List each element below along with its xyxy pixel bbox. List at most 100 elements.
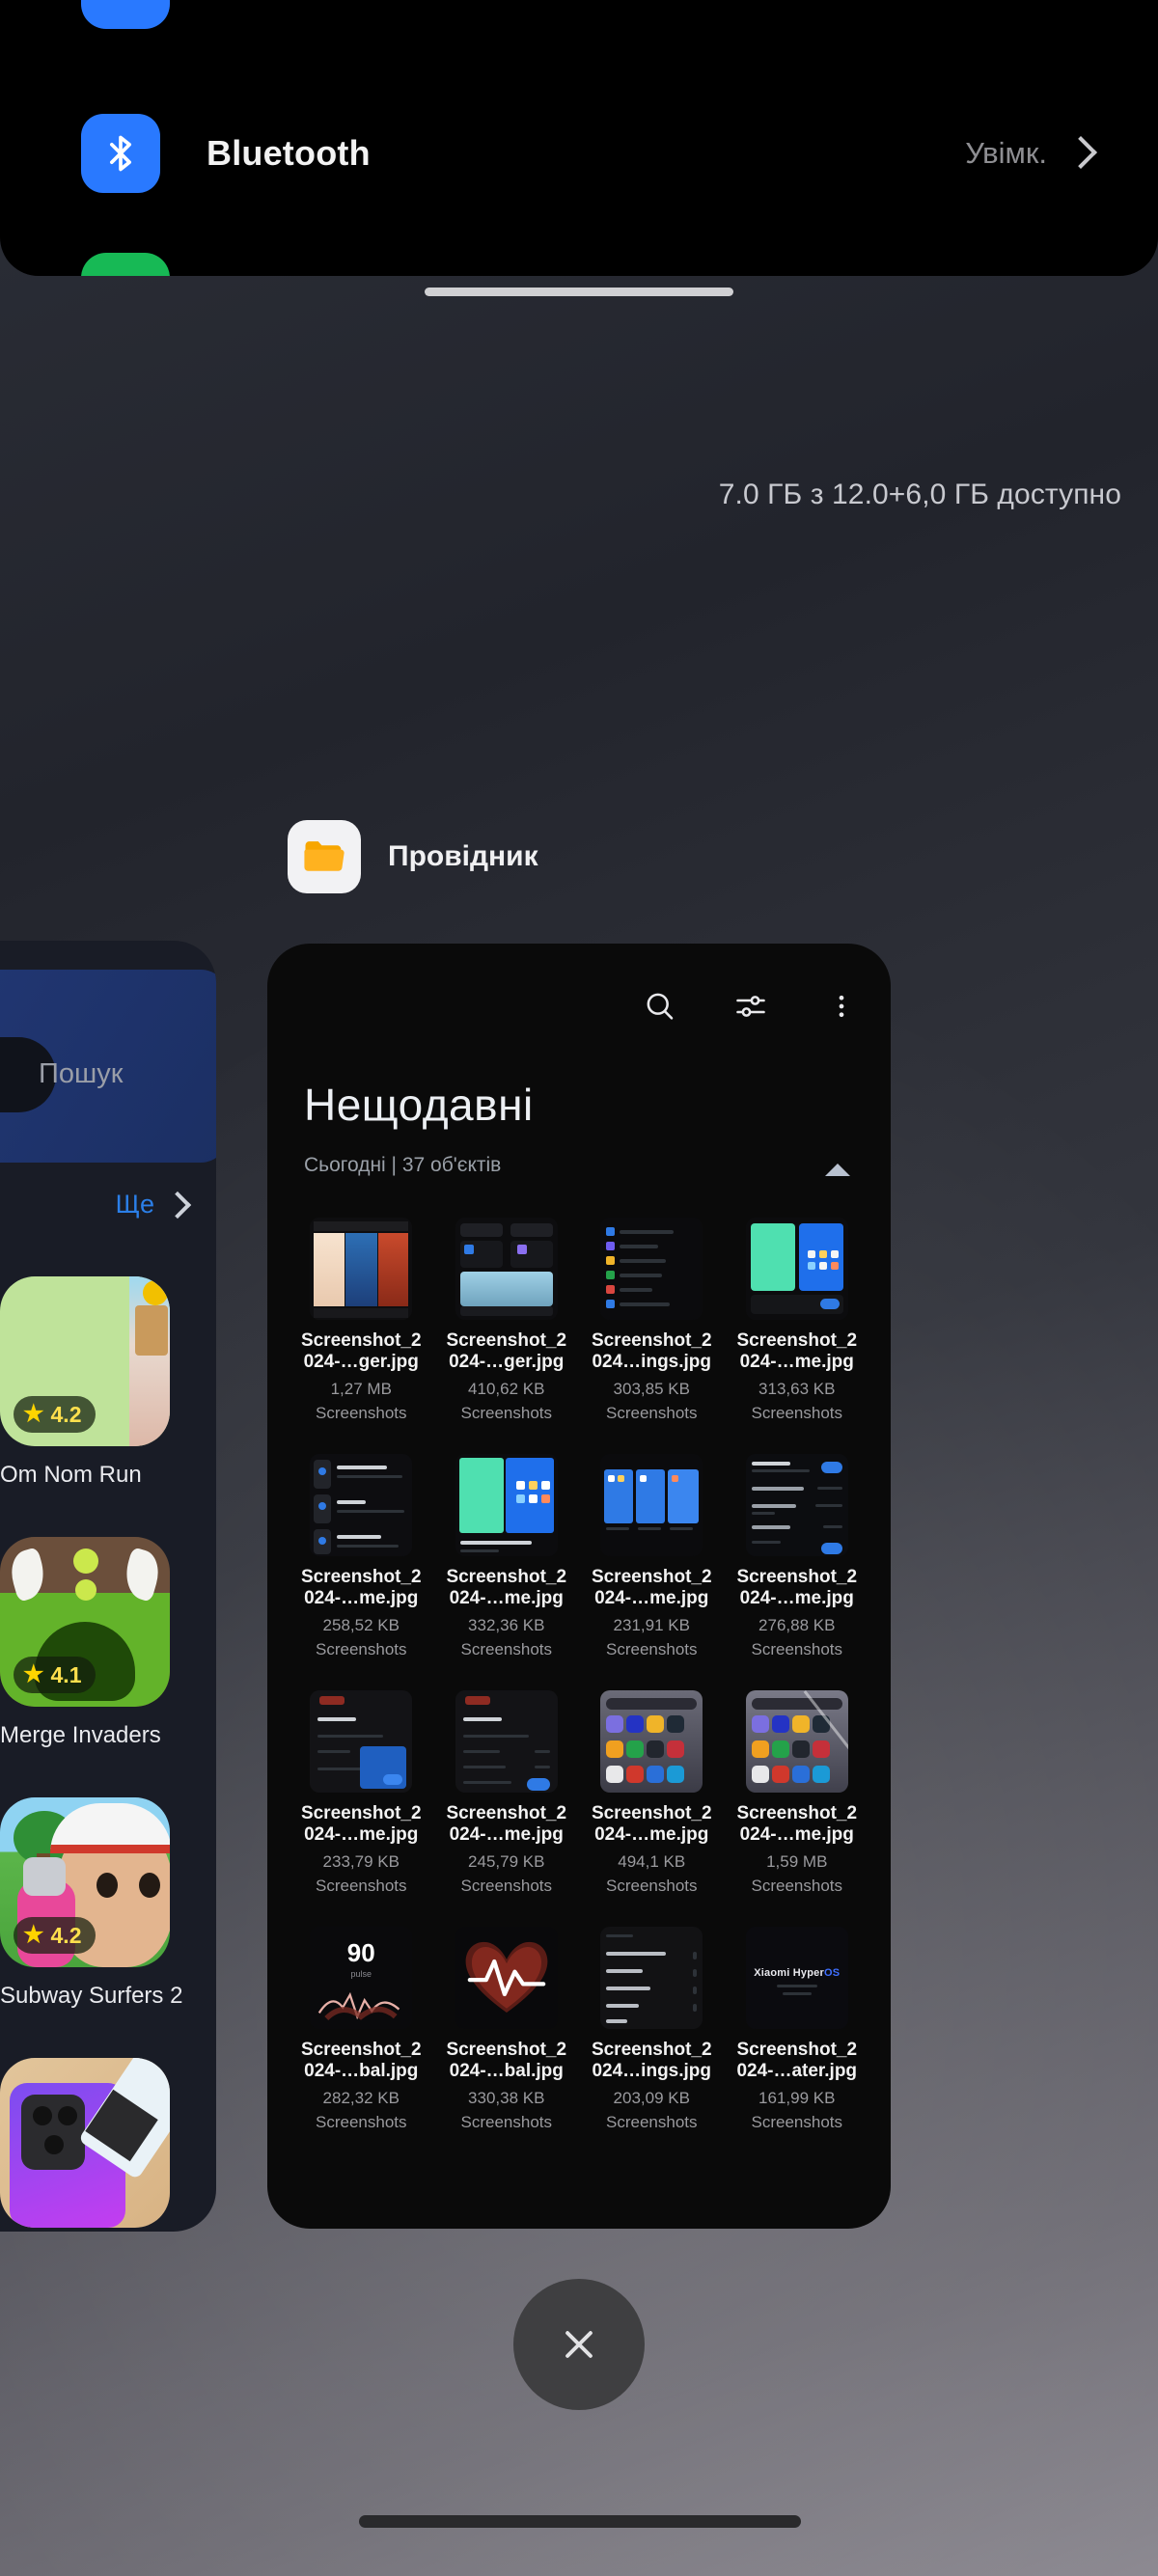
file-item[interactable]: Screenshot_2024-…me.jpg 1,59 MB Screensh… [725, 1675, 870, 1911]
file-name: Screenshot_2024-…me.jpg [736, 1803, 858, 1845]
file-item[interactable]: Screenshot_2024-…me.jpg 258,52 KB Screen… [289, 1439, 434, 1675]
game-name: Subway Surfers 2 [0, 1983, 183, 2009]
file-grid: Screenshot_2024-…ger.jpg 1,27 MB Screens… [289, 1202, 869, 2148]
file-manager-toolbar [638, 984, 864, 1028]
file-size: 332,36 KB [468, 1615, 545, 1634]
game-item[interactable]: ★ 4.2 Subway Surfers 2 [0, 1797, 182, 2010]
rating-value: 4.1 [50, 1661, 82, 1687]
file-folder: Screenshots [460, 1876, 553, 1895]
quick-setting-state: Увімк. [965, 136, 1047, 170]
file-size: 161,99 KB [758, 2088, 836, 2107]
file-name: Screenshot_2024-…ger.jpg [446, 1330, 567, 1372]
file-thumbnail [745, 1454, 848, 1556]
triangle-up-icon[interactable] [825, 1164, 850, 1176]
file-item[interactable]: Screenshot_2024…ings.jpg 203,09 KB Scree… [579, 1911, 725, 2148]
file-item[interactable]: Screenshot_2024-…me.jpg 245,79 KB Screen… [434, 1675, 580, 1911]
search-icon[interactable] [638, 984, 682, 1028]
rating-value: 4.2 [50, 1922, 82, 1948]
file-folder: Screenshots [606, 1639, 698, 1658]
file-item[interactable]: Screenshot_2024-…ger.jpg 1,27 MB Screens… [289, 1202, 434, 1439]
quick-setting-tile-above[interactable] [81, 0, 170, 29]
quick-setting-tile-below[interactable] [81, 253, 170, 276]
home-gesture-bar[interactable] [359, 2515, 801, 2528]
file-thumbnail [745, 1218, 848, 1320]
file-item[interactable]: Screenshot_2024-…me.jpg 233,79 KB Screen… [289, 1675, 434, 1911]
file-folder: Screenshots [751, 1876, 843, 1895]
quick-setting-row-bluetooth[interactable]: Bluetooth Увімк. [0, 100, 1158, 206]
file-item[interactable]: Screenshot_2024-…me.jpg 231,91 KB Screen… [579, 1439, 725, 1675]
game-item[interactable]: ★ 4.1 Merge Invaders [0, 1537, 170, 1749]
file-size: 231,91 KB [613, 1615, 690, 1634]
file-thumbnail: 90 pulse [310, 1927, 413, 2029]
thumb-pulse-unit: pulse [350, 1969, 372, 1979]
file-size: 410,62 KB [468, 1379, 545, 1398]
file-thumbnail [600, 1218, 703, 1320]
file-item[interactable]: Screenshot_2024-…me.jpg 276,88 KB Screen… [725, 1439, 870, 1675]
file-item[interactable]: Screenshot_2024-…ger.jpg 410,62 KB Scree… [434, 1202, 580, 1439]
game-tile-partial-5[interactable] [0, 2058, 170, 2228]
file-folder: Screenshots [316, 1403, 407, 1422]
file-name: Screenshot_2024-…bal.jpg [300, 2040, 422, 2081]
close-icon [565, 2331, 593, 2358]
recents-app-name: Провідник [388, 840, 538, 872]
rating-badge: ★ 4.2 [14, 1917, 96, 1954]
file-folder: Screenshots [460, 1403, 553, 1422]
bluetooth-icon [81, 114, 160, 193]
file-thumbnail [600, 1690, 703, 1793]
file-folder: Screenshots [460, 2112, 553, 2131]
overflow-menu-icon[interactable] [819, 984, 864, 1028]
panel-drag-handle[interactable] [425, 288, 733, 296]
chevron-right-icon [168, 1193, 181, 1217]
file-name: Screenshot_2024-…me.jpg [591, 1803, 712, 1845]
file-item[interactable]: Screenshot_2024-…me.jpg 313,63 KB Screen… [725, 1202, 870, 1439]
file-thumbnail [455, 1218, 558, 1320]
star-icon: ★ [23, 1401, 44, 1427]
recents-app-header[interactable]: Провідник [288, 820, 538, 893]
file-item[interactable]: Screenshot_2024-…bal.jpg 330,38 KB Scree… [434, 1911, 580, 2148]
star-icon: ★ [23, 1922, 44, 1948]
recents-card-file-manager[interactable]: Нещодавні Сьогодні | 37 об'єктів Screens… [267, 944, 891, 2229]
game-tile[interactable]: ★ 4.2 [0, 1797, 170, 1967]
chevron-right-icon[interactable] [1068, 138, 1085, 169]
game-name: Merge Invaders [0, 1722, 161, 1748]
file-thumbnail [310, 1218, 413, 1320]
game-item[interactable]: ★ 4.2 Om Nom Run [0, 1276, 170, 1489]
search-placeholder: Пошук [39, 1058, 124, 1089]
file-folder: Screenshots [316, 1876, 407, 1895]
file-item[interactable]: Screenshot_2024-…me.jpg 332,36 KB Screen… [434, 1439, 580, 1675]
quick-settings-panel: Bluetooth Увімк. [0, 0, 1158, 276]
file-folder: Screenshots [460, 1639, 553, 1658]
file-folder: Screenshots [751, 1639, 843, 1658]
file-size: 203,09 KB [613, 2088, 690, 2107]
file-name: Screenshot_2024…ings.jpg [591, 1330, 712, 1372]
more-label: Ще [115, 1190, 154, 1219]
thumb-pulse-value: 90 [346, 1938, 375, 1967]
file-name: Screenshot_2024-…me.jpg [446, 1803, 567, 1845]
file-item[interactable]: Xiaomi HyperOS Screenshot_2024-…ater.jpg… [725, 1911, 870, 2148]
file-thumbnail [310, 1454, 413, 1556]
file-name: Screenshot_2024…ings.jpg [591, 2040, 712, 2081]
recents-card-getapps[interactable]: ипадкових озділення Пошук Ще [0, 941, 216, 2232]
close-all-button[interactable] [513, 2279, 645, 2410]
file-count-subtitle: Сьогодні | 37 об'єктів [304, 1154, 502, 1176]
file-name: Screenshot_2024-…me.jpg [300, 1567, 422, 1608]
file-size: 282,32 KB [322, 2088, 400, 2107]
file-folder: Screenshots [751, 1403, 843, 1422]
file-item[interactable]: 90 pulse Screenshot_2024-…bal.jpg 282,32… [289, 1911, 434, 2148]
quick-setting-state-group[interactable]: Увімк. [965, 136, 1085, 171]
filter-sliders-icon[interactable] [729, 984, 773, 1028]
file-size: 313,63 KB [758, 1379, 836, 1398]
thumb-hyperos-brand: Xiaomi Hyper [754, 1967, 824, 1979]
file-size: 494,1 KB [618, 1851, 686, 1871]
file-item[interactable]: Screenshot_2024-…me.jpg 494,1 KB Screens… [579, 1675, 725, 1911]
more-link[interactable]: Ще [116, 1190, 181, 1219]
file-name: Screenshot_2024-…me.jpg [446, 1567, 567, 1608]
memory-status-text: 7.0 ГБ з 12.0+6,0 ГБ доступно [718, 479, 1121, 510]
file-name: Screenshot_2024-…ger.jpg [300, 1330, 422, 1372]
game-tile[interactable]: ★ 4.1 [0, 1537, 170, 1707]
file-item[interactable]: Screenshot_2024…ings.jpg 303,85 KB Scree… [579, 1202, 725, 1439]
file-size: 330,38 KB [468, 2088, 545, 2107]
game-tile[interactable]: ★ 4.2 [0, 1276, 170, 1446]
file-folder: Screenshots [316, 1639, 407, 1658]
file-name: Screenshot_2024-…bal.jpg [446, 2040, 567, 2081]
